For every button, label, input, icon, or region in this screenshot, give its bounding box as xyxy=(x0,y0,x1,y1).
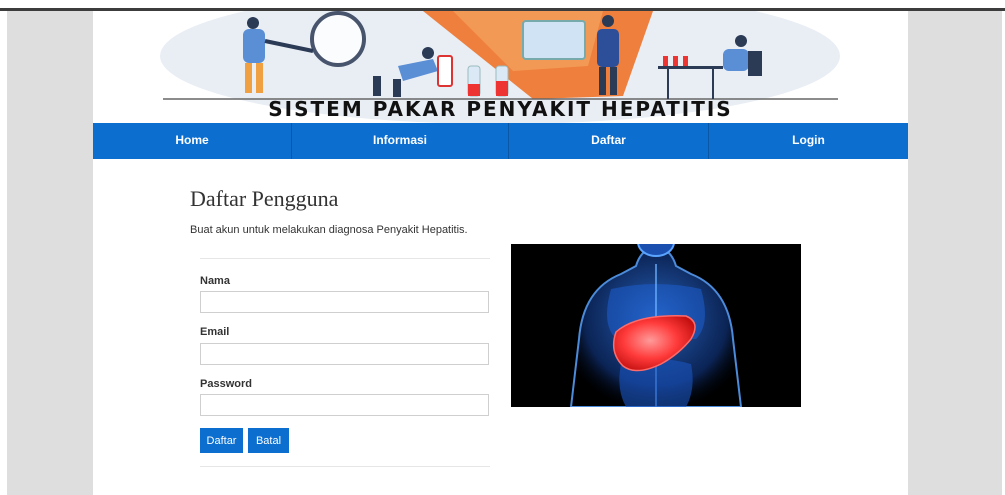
nav-informasi[interactable]: Informasi xyxy=(292,123,509,159)
submit-button[interactable]: Daftar xyxy=(200,428,243,453)
nav-login[interactable]: Login xyxy=(709,123,908,159)
email-label: Email xyxy=(200,326,230,338)
form-bottom-divider xyxy=(200,466,490,467)
right-gutter xyxy=(908,11,1002,495)
main-navigation: Home Informasi Daftar Login xyxy=(93,123,908,159)
email-input[interactable] xyxy=(200,343,489,365)
window-left-margin xyxy=(0,11,7,495)
form-top-divider xyxy=(200,258,490,259)
password-label: Password xyxy=(200,378,252,390)
cancel-button[interactable]: Batal xyxy=(248,428,289,453)
name-label: Nama xyxy=(200,275,230,287)
page-subtitle: Buat akun untuk melakukan diagnosa Penya… xyxy=(190,224,468,236)
page-container: SISTEM PAKAR PENYAKIT HEPATITIS Home Inf… xyxy=(93,11,908,495)
liver-anatomy-image xyxy=(511,244,801,407)
window-top-margin xyxy=(0,0,1005,8)
left-gutter xyxy=(7,11,93,495)
password-input[interactable] xyxy=(200,394,489,416)
header-banner: SISTEM PAKAR PENYAKIT HEPATITIS xyxy=(93,11,908,123)
nav-home[interactable]: Home xyxy=(93,123,292,159)
page-title: Daftar Pengguna xyxy=(190,186,339,211)
banner-title: SISTEM PAKAR PENYAKIT HEPATITIS xyxy=(268,97,733,121)
nav-daftar[interactable]: Daftar xyxy=(509,123,709,159)
name-input[interactable] xyxy=(200,291,489,313)
